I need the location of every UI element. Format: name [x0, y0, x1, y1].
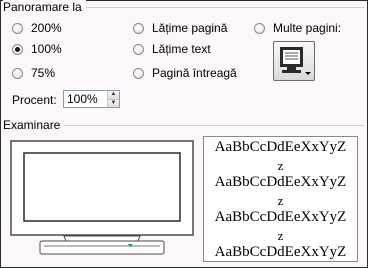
zoom-200-radio[interactable] [12, 22, 23, 34]
sample-line: z [277, 192, 284, 208]
zoom-100-label: 100% [31, 42, 62, 56]
text-width-radio[interactable] [133, 43, 144, 55]
text-width-label: Lățime text [152, 42, 211, 56]
zoom-group-label: Panoramare la [3, 0, 86, 14]
sample-line: AaBbCcDdEeXxYyZ [214, 244, 347, 260]
text-sample-preview: AaBbCcDdEeXxYyZ z AaBbCcDdEeXxYyZ z AaBb… [203, 136, 358, 262]
zoom-75-radio[interactable] [12, 67, 23, 79]
zoom-75-option[interactable]: 75% [12, 64, 55, 82]
preview-group-label: Examinare [3, 118, 65, 132]
monitor-pages-dropdown-icon [280, 47, 311, 75]
monitor-preview-icon [10, 140, 194, 255]
text-width-option[interactable]: Lățime text [133, 40, 211, 58]
many-pages-option[interactable]: Multe pagini: [254, 19, 341, 37]
sample-line: AaBbCcDdEeXxYyZ [214, 209, 347, 225]
whole-page-radio[interactable] [133, 67, 144, 79]
whole-page-label: Pagină întreagă [152, 66, 237, 80]
many-pages-label: Multe pagini: [273, 21, 342, 35]
zoom-100-option[interactable]: 100% [12, 40, 62, 58]
sample-line: z [277, 157, 284, 173]
many-pages-radio[interactable] [254, 22, 265, 34]
zoom-100-radio[interactable] [12, 43, 23, 55]
percent-spinner[interactable]: ▲ ▼ [63, 90, 120, 108]
percent-label: Procent: [12, 93, 57, 107]
zoom-200-label: 200% [31, 21, 62, 35]
percent-increment-button[interactable]: ▲ [108, 91, 119, 99]
page-width-option[interactable]: Lățime pagină [133, 19, 227, 37]
zoom-75-label: 75% [31, 66, 56, 80]
many-pages-button[interactable] [273, 41, 315, 81]
page-width-radio[interactable] [133, 22, 144, 34]
zoom-200-option[interactable]: 200% [12, 19, 62, 37]
sample-line: z [277, 227, 284, 243]
page-width-label: Lățime pagină [152, 21, 228, 35]
sample-line: AaBbCcDdEeXxYyZ [214, 139, 347, 155]
percent-decrement-button[interactable]: ▼ [108, 98, 119, 107]
percent-input[interactable] [64, 91, 107, 107]
whole-page-option[interactable]: Pagină întreagă [133, 64, 237, 82]
sample-line: AaBbCcDdEeXxYyZ [214, 174, 347, 190]
